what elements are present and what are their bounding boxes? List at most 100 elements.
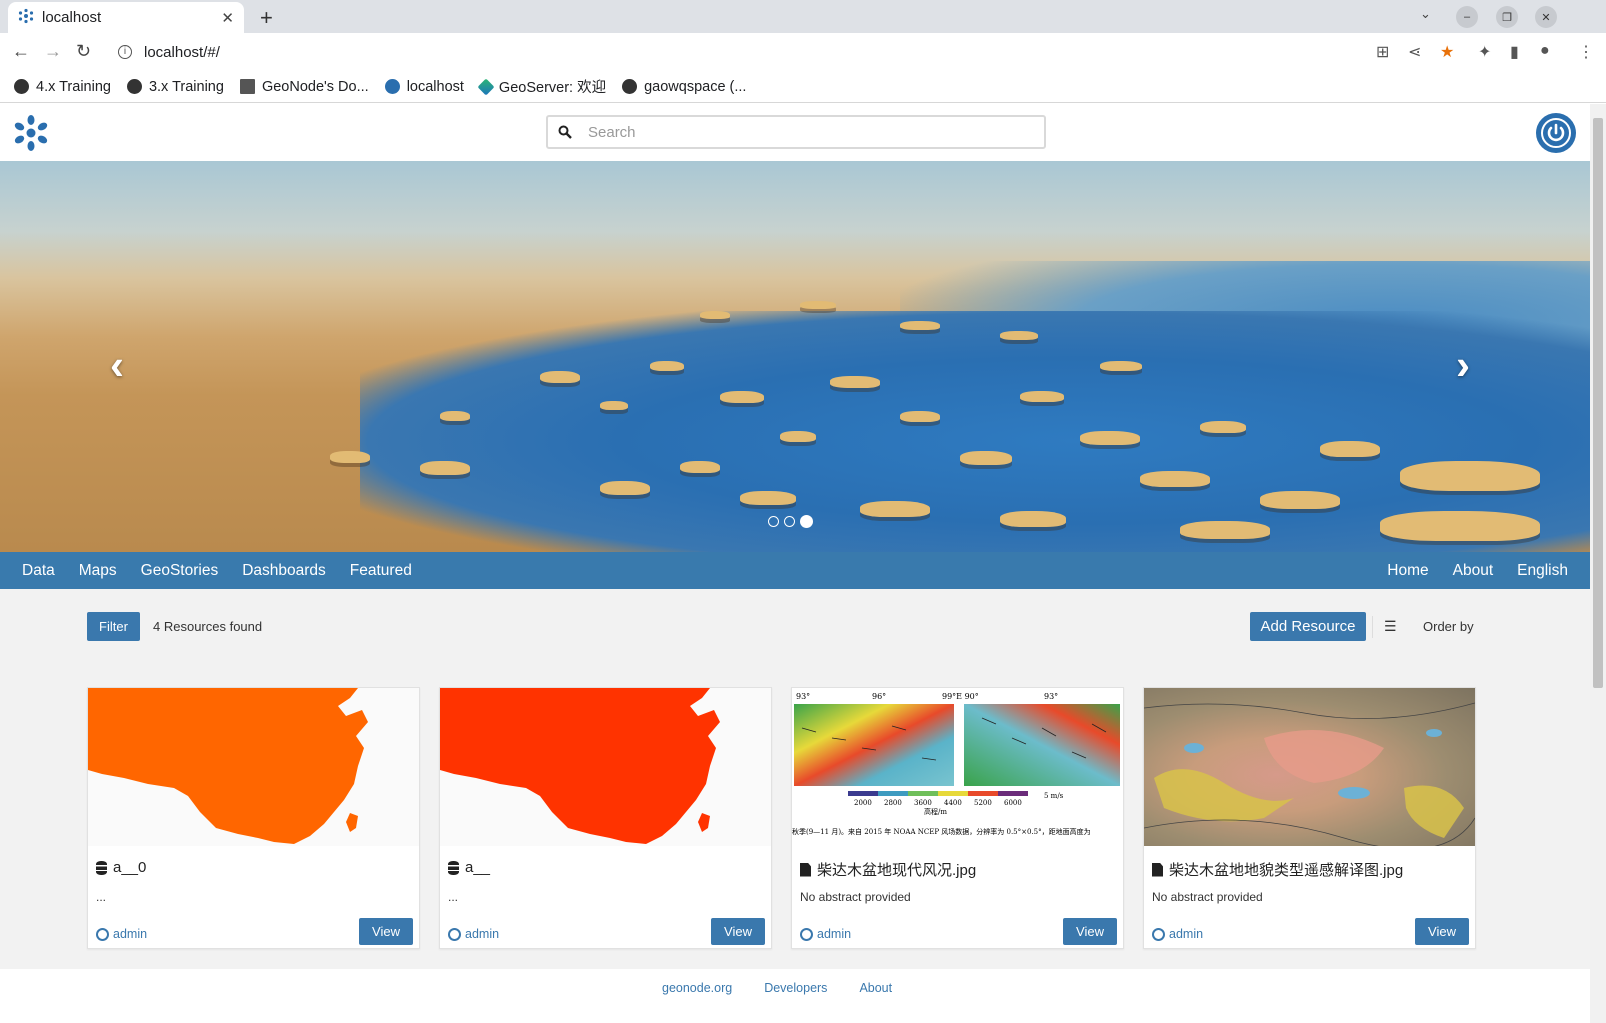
close-tab-icon[interactable]: ✕ xyxy=(221,9,234,27)
nav-dashboards[interactable]: Dashboards xyxy=(242,562,326,580)
side-panel-icon[interactable]: ▮ xyxy=(1510,42,1519,62)
hero-rock xyxy=(1380,511,1540,541)
add-resource-button[interactable]: Add Resource xyxy=(1250,612,1366,641)
geonode-logo-icon[interactable] xyxy=(12,114,50,152)
divider xyxy=(1372,616,1373,638)
bookmark-item[interactable]: localhost xyxy=(384,79,464,95)
translate-icon[interactable]: ⊞ xyxy=(1376,42,1389,62)
page-scrollbar[interactable] xyxy=(1590,104,1606,1023)
order-by-dropdown[interactable]: Order by xyxy=(1423,619,1474,634)
card-abstract: No abstract provided xyxy=(1152,890,1263,904)
hero-rock xyxy=(800,301,836,309)
scrollbar-thumb[interactable] xyxy=(1593,118,1603,688)
bookmark-item[interactable]: gaowqspace (... xyxy=(622,79,746,95)
svg-text:93°: 93° xyxy=(796,692,810,701)
nav-featured[interactable]: Featured xyxy=(350,562,412,580)
nav-about[interactable]: About xyxy=(1453,562,1494,580)
card-owner[interactable]: admin xyxy=(96,927,147,941)
back-icon[interactable]: ← xyxy=(12,41,30,62)
card-title[interactable]: a__ xyxy=(448,859,490,876)
card-owner[interactable]: admin xyxy=(1152,927,1203,941)
browser-tab[interactable]: localhost ✕ xyxy=(8,2,244,33)
carousel-next-icon[interactable]: › xyxy=(1456,341,1470,389)
nav-maps[interactable]: Maps xyxy=(79,562,117,580)
view-button[interactable]: View xyxy=(1415,918,1469,945)
share-icon[interactable]: ⋖ xyxy=(1408,42,1421,62)
close-window-icon[interactable]: ✕ xyxy=(1535,6,1557,28)
card-owner[interactable]: admin xyxy=(448,927,499,941)
filter-button[interactable]: Filter xyxy=(87,612,140,641)
list-view-icon[interactable]: ☰ xyxy=(1384,618,1397,635)
extensions-icon[interactable]: ✦ xyxy=(1478,42,1491,62)
hero-rock xyxy=(1260,491,1340,509)
reload-icon[interactable]: ↻ xyxy=(76,41,91,62)
hero-rock xyxy=(1000,331,1038,340)
bookmark-item[interactable]: 3.x Training xyxy=(126,79,224,95)
resource-card[interactable]: a__ ... admin View xyxy=(439,687,772,949)
nav-geostories[interactable]: GeoStories xyxy=(141,562,219,580)
bookmark-star-icon[interactable]: ★ xyxy=(1440,42,1454,62)
minimize-icon[interactable]: – xyxy=(1456,6,1478,28)
carousel-dot[interactable] xyxy=(768,516,779,527)
map-thumbnail xyxy=(88,688,419,846)
user-icon xyxy=(96,927,109,941)
document-icon xyxy=(1152,862,1163,877)
nav-home[interactable]: Home xyxy=(1387,562,1428,580)
tab-title: localhost xyxy=(42,9,102,26)
footer-link-developers[interactable]: Developers xyxy=(764,981,827,995)
restore-icon[interactable]: ❐ xyxy=(1496,6,1518,28)
card-title[interactable]: 柴达木盆地地貌类型遥感解译图.jpg xyxy=(1152,859,1403,880)
chevron-down-icon[interactable]: ⌄ xyxy=(1420,6,1431,22)
view-button[interactable]: View xyxy=(711,918,765,945)
hero-rock xyxy=(600,401,628,410)
hero-rock xyxy=(1100,361,1142,371)
document-thumbnail xyxy=(1144,688,1475,846)
card-owner[interactable]: admin xyxy=(800,927,851,941)
new-tab-icon[interactable]: + xyxy=(260,5,273,31)
svg-text:93°: 93° xyxy=(1044,692,1058,701)
address-bar[interactable]: i localhost/#/ xyxy=(110,37,1350,67)
hero-rock xyxy=(680,461,720,473)
svg-text:秋季(9—11 月)。来自 2015 年 NOAA NCEP: 秋季(9—11 月)。来自 2015 年 NOAA NCEP 风场数据，分辨率为… xyxy=(792,827,1091,836)
site-info-icon[interactable]: i xyxy=(118,45,132,59)
resource-card[interactable]: a__0 ... admin View xyxy=(87,687,420,949)
carousel-dot[interactable] xyxy=(784,516,795,527)
card-title[interactable]: 柴达木盆地现代风况.jpg xyxy=(800,859,976,880)
carousel-prev-icon[interactable]: ‹ xyxy=(110,341,124,389)
forward-icon[interactable]: → xyxy=(44,41,62,62)
footer-link-geonode[interactable]: geonode.org xyxy=(662,981,732,995)
map-thumbnail xyxy=(440,688,771,846)
bookmark-item[interactable]: GeoNode's Do... xyxy=(239,79,369,95)
hero-rock xyxy=(900,411,940,422)
view-button[interactable]: View xyxy=(359,918,413,945)
language-selector[interactable]: English xyxy=(1517,562,1568,580)
card-abstract: ... xyxy=(96,890,107,904)
hero-rock xyxy=(330,451,370,463)
browser-toolbar: ← → ↻ i localhost/#/ ⊞ ⋖ ★ ✦ ▮ ● ⋮ xyxy=(0,33,1606,71)
view-button[interactable]: View xyxy=(1063,918,1117,945)
svg-text:6000: 6000 xyxy=(1004,799,1022,807)
carousel-dot-active[interactable] xyxy=(800,515,813,528)
bookmark-item[interactable]: 4.x Training xyxy=(14,79,111,95)
login-power-button[interactable] xyxy=(1536,113,1576,153)
search-input[interactable] xyxy=(588,123,988,141)
nav-data[interactable]: Data xyxy=(22,562,55,580)
card-title[interactable]: a__0 xyxy=(96,859,146,876)
resource-card[interactable]: 柴达木盆地地貌类型遥感解译图.jpg No abstract provided … xyxy=(1143,687,1476,949)
dataset-icon xyxy=(96,860,107,875)
page: ‹ › Data Maps GeoStories Dashboards Feat… xyxy=(0,104,1590,1023)
bookmark-item[interactable]: GeoServer: 欢迎 xyxy=(477,76,606,97)
hero-rock xyxy=(830,376,880,388)
menu-icon[interactable]: ⋮ xyxy=(1578,42,1594,62)
geonode-icon xyxy=(384,79,400,94)
hero-rock xyxy=(1200,421,1246,433)
hero-rock xyxy=(720,391,764,403)
resource-card[interactable]: 93° 96° 99°E 90° 93° 2000 2800 3600 4400… xyxy=(791,687,1124,949)
card-abstract: No abstract provided xyxy=(800,890,911,904)
footer-link-about[interactable]: About xyxy=(859,981,892,995)
hero-rock xyxy=(420,461,470,475)
svg-text:4400: 4400 xyxy=(944,799,962,807)
profile-icon[interactable]: ● xyxy=(1540,42,1550,60)
url-text: localhost/#/ xyxy=(144,43,220,61)
hero-rock xyxy=(1140,471,1210,487)
